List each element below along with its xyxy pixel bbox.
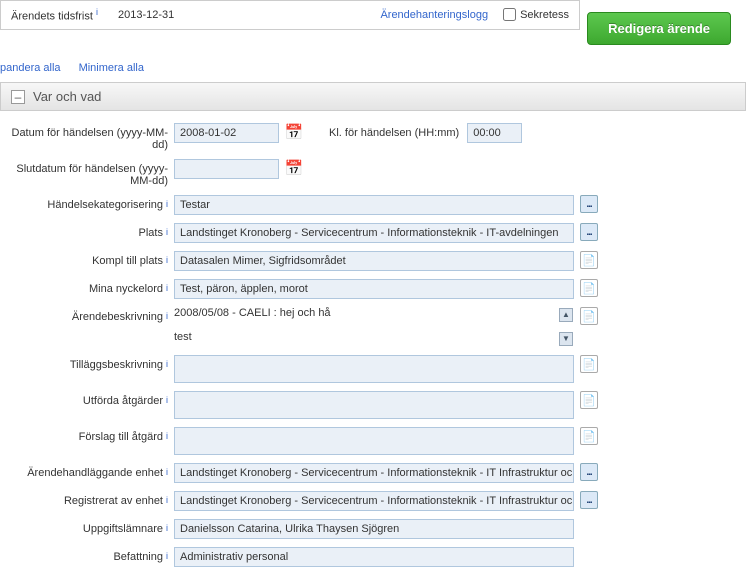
kompl-plats-field[interactable]: Datasalen Mimer, Sigfridsområdet	[174, 251, 574, 271]
minimize-all-link[interactable]: Minimera alla	[79, 62, 144, 74]
category-label: Händelsekategorisering	[47, 199, 163, 211]
info-icon[interactable]: i	[166, 311, 168, 321]
info-icon[interactable]: i	[166, 395, 168, 405]
browse-button[interactable]: ...	[580, 463, 598, 481]
collapse-icon[interactable]: –	[11, 90, 25, 104]
sekretess-checkbox[interactable]	[503, 8, 516, 21]
calendar-icon[interactable]: 📅	[285, 123, 303, 141]
position-label: Befattning	[113, 551, 163, 563]
document-icon[interactable]: 📄	[580, 427, 598, 445]
scroll-down-icon[interactable]: ▼	[559, 332, 573, 346]
document-icon[interactable]: 📄	[580, 251, 598, 269]
end-date-label: Slutdatum för händelsen (yyyy-MM-dd)	[2, 163, 168, 187]
info-icon[interactable]: i	[166, 467, 168, 477]
actions-label: Utförda åtgärder	[83, 395, 163, 407]
suggestion-label: Förslag till åtgärd	[79, 431, 163, 443]
reporter-label: Uppgiftslämnare	[83, 523, 163, 535]
scroll-up-icon[interactable]: ▲	[559, 308, 573, 322]
event-date-label: Datum för händelsen (yyyy-MM-dd)	[2, 127, 168, 151]
document-icon[interactable]: 📄	[580, 279, 598, 297]
reporter-field[interactable]: Danielsson Catarina, Ulrika Thaysen Sjög…	[174, 519, 574, 539]
info-icon[interactable]: i	[96, 7, 98, 17]
section-header: – Var och vad	[0, 82, 746, 111]
actions-field[interactable]	[174, 391, 574, 419]
expand-all-link[interactable]: pandera alla	[0, 62, 61, 74]
additional-label: Tilläggsbeskrivning	[70, 359, 163, 371]
keywords-label: Mina nyckelord	[89, 283, 163, 295]
deadline-value: 2013-12-31	[118, 9, 174, 21]
event-time-input[interactable]	[467, 123, 522, 143]
description-label: Ärendebeskrivning	[72, 311, 163, 323]
document-icon[interactable]: 📄	[580, 355, 598, 373]
kompl-plats-label: Kompl till plats	[92, 255, 163, 267]
event-date-input[interactable]	[174, 123, 279, 143]
info-icon[interactable]: i	[166, 431, 168, 441]
info-icon[interactable]: i	[166, 551, 168, 561]
section-title: Var och vad	[33, 89, 101, 104]
handling-unit-field[interactable]: Landstinget Kronoberg - Servicecentrum -…	[174, 463, 574, 483]
keywords-field[interactable]: Test, päron, äpplen, morot	[174, 279, 574, 299]
end-date-input[interactable]	[174, 159, 279, 179]
toolbar-links: pandera alla Minimera alla	[0, 50, 746, 82]
info-icon[interactable]: i	[166, 359, 168, 369]
log-link[interactable]: Ärendehanteringslogg	[380, 9, 488, 21]
calendar-icon[interactable]: 📅	[285, 159, 303, 177]
info-icon[interactable]: i	[166, 495, 168, 505]
registered-by-label: Registrerat av enhet	[64, 495, 163, 507]
sekretess-checkbox-wrap[interactable]: Sekretess	[503, 8, 569, 21]
registered-by-field[interactable]: Landstinget Kronoberg - Servicecentrum -…	[174, 491, 574, 511]
info-icon[interactable]: i	[166, 199, 168, 209]
plats-field[interactable]: Landstinget Kronoberg - Servicecentrum -…	[174, 223, 574, 243]
edit-case-button[interactable]: Redigera ärende	[587, 12, 731, 45]
category-field[interactable]: Testar	[174, 195, 574, 215]
event-time-label: Kl. för händelsen (HH:mm)	[329, 127, 459, 139]
document-icon[interactable]: 📄	[580, 391, 598, 409]
info-icon[interactable]: i	[166, 227, 168, 237]
position-field[interactable]: Administrativ personal	[174, 547, 574, 567]
description-field[interactable]: 2008/05/08 - CAELI : hej och hå test ▲ ▼	[174, 307, 574, 347]
info-icon[interactable]: i	[166, 523, 168, 533]
document-icon[interactable]: 📄	[580, 307, 598, 325]
deadline-label: Ärendets tidsfrist i	[11, 7, 98, 23]
sekretess-label: Sekretess	[520, 9, 569, 21]
browse-button[interactable]: ...	[580, 491, 598, 509]
browse-button[interactable]: ...	[580, 195, 598, 213]
top-bar: Ärendets tidsfrist i 2013-12-31 Ärendeha…	[0, 0, 580, 30]
plats-label: Plats	[139, 227, 163, 239]
description-text: 2008/05/08 - CAELI : hej och hå test	[174, 307, 331, 343]
info-icon[interactable]: i	[166, 283, 168, 293]
browse-button[interactable]: ...	[580, 223, 598, 241]
handling-unit-label: Ärendehandläggande enhet	[27, 467, 163, 479]
additional-field[interactable]	[174, 355, 574, 383]
info-icon[interactable]: i	[166, 255, 168, 265]
suggestion-field[interactable]	[174, 427, 574, 455]
